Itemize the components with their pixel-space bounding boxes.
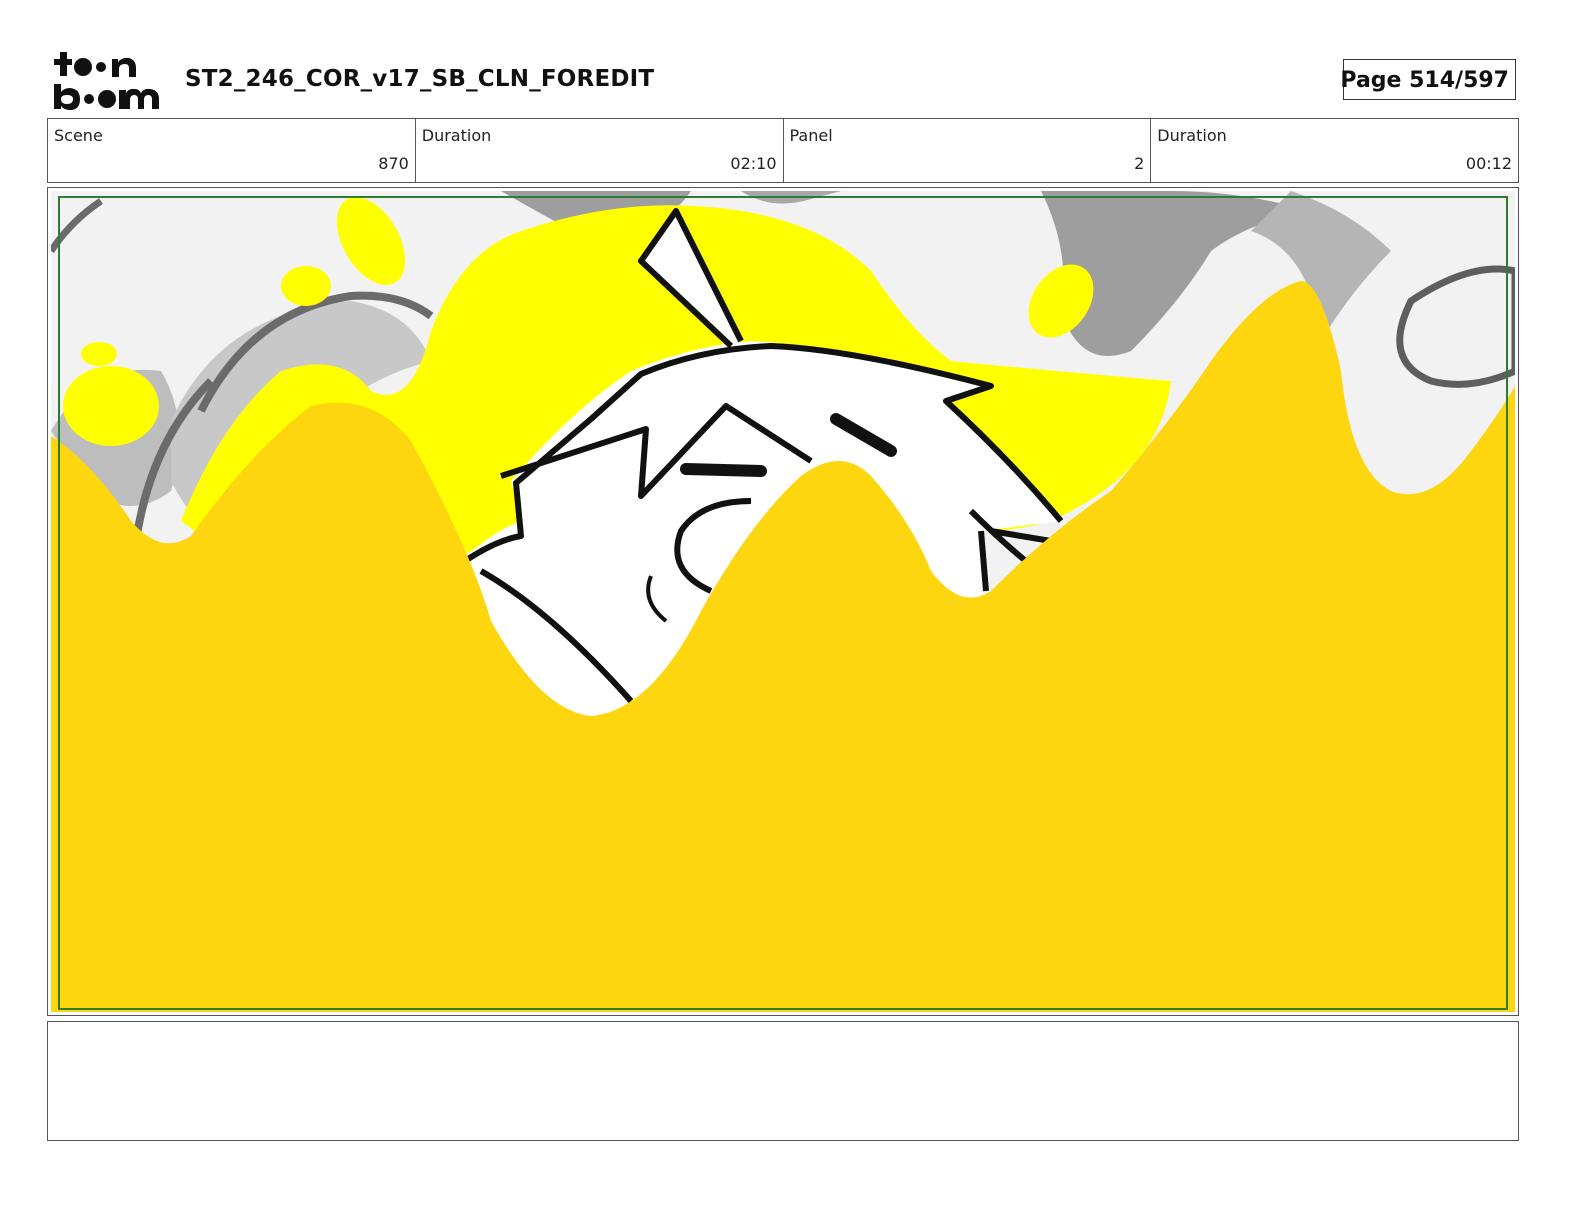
- page-number-box: Page 514/597: [1340, 59, 1516, 100]
- panel-value: 2: [1134, 154, 1145, 173]
- scene-duration-label: Duration: [421, 126, 492, 145]
- page-number: Page 514/597: [1340, 68, 1509, 93]
- scene-info-table: Scene 870 Duration 02:10 Panel 2 Duratio…: [47, 118, 1519, 183]
- storyboard-panel: [47, 187, 1519, 1016]
- toon-boom-logo: [52, 50, 164, 112]
- scene-cell: Scene 870: [48, 119, 416, 182]
- panel-label: Panel: [789, 126, 833, 145]
- panel-duration-value: 00:12: [1465, 154, 1512, 173]
- scene-label: Scene: [54, 126, 103, 145]
- document-title: ST2_246_COR_v17_SB_CLN_FOREDIT: [185, 66, 655, 92]
- panel-drawing: [51, 191, 1515, 1012]
- panel-cell: Panel 2: [784, 119, 1152, 182]
- scene-duration-value: 02:10: [730, 154, 777, 173]
- panel-notes-box[interactable]: [47, 1021, 1519, 1141]
- scene-duration-cell: Duration 02:10: [416, 119, 784, 182]
- scene-value: 870: [378, 154, 409, 173]
- panel-duration-label: Duration: [1157, 126, 1227, 145]
- panel-duration-cell: Duration 00:12: [1151, 119, 1518, 182]
